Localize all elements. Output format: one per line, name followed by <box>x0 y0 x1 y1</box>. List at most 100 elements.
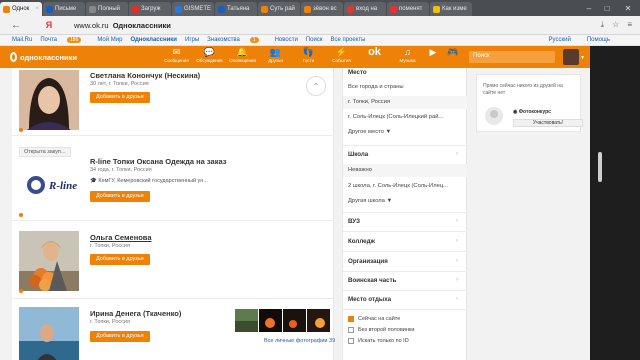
link-vse-proekty[interactable]: Все проекты <box>330 37 365 43</box>
favicon-icon <box>132 5 139 13</box>
menu-icon[interactable]: ≡ <box>627 20 632 30</box>
header-search-input[interactable]: Поиск <box>469 51 555 63</box>
link-novosti[interactable]: Новости <box>275 37 298 43</box>
browser-tab-10[interactable]: Как изме <box>430 2 472 16</box>
no-partner-checkbox[interactable] <box>348 327 354 333</box>
link-moy-mir[interactable]: Мой Мир <box>97 37 122 43</box>
filter-place-option[interactable]: Все города и страны <box>348 84 461 90</box>
filter-vuz[interactable]: ВУЗ <box>348 218 360 225</box>
url-field[interactable]: www.ok.ru Одноклассники <box>74 21 171 30</box>
browser-tab-2[interactable]: Полный <box>86 2 128 16</box>
filter-college[interactable]: Колледж <box>348 238 375 245</box>
chevron-down-icon[interactable]: ▾ <box>581 54 584 61</box>
person-name[interactable]: Светлана Конончук (Нескина) <box>90 71 200 80</box>
nav-discussions[interactable]: 💬 Обсуждения <box>193 47 226 64</box>
person-name[interactable]: Ольга Семенова <box>90 233 152 242</box>
add-friend-button[interactable]: Добавить в друзья <box>90 254 150 265</box>
person-photo[interactable]: R-line <box>19 157 79 215</box>
tab-label: GISMETE <box>184 6 212 12</box>
person-photo[interactable] <box>19 231 79 291</box>
filter-place-title[interactable]: Место <box>348 69 367 76</box>
link-odnoklassniki[interactable]: Одноклассники <box>130 37 177 43</box>
scroll-up-button[interactable]: ⌃ <box>306 76 326 96</box>
add-friend-button[interactable]: Добавить в друзья <box>90 191 150 202</box>
link-pochta[interactable]: Почта 186 <box>40 37 89 43</box>
browser-tab-1[interactable]: Письме <box>43 2 85 16</box>
nav-messages[interactable]: ✉ Сообщения <box>160 47 193 64</box>
notifications-icon: 🔔 <box>236 46 249 57</box>
avatar-placeholder <box>485 107 503 125</box>
link-znakomstva[interactable]: Знакомства 1 <box>207 37 266 43</box>
filter-school-option[interactable]: 2 школа, г. Соль-Илецк (Соль-Илец... <box>348 183 461 189</box>
filter-school-other[interactable]: Другая школа ▼ <box>348 198 461 204</box>
page-scrollbar[interactable] <box>598 152 602 182</box>
chevron-right-icon[interactable]: › <box>456 296 458 302</box>
nav-notifications[interactable]: 🔔 Оповещения <box>226 46 259 64</box>
nav-ok[interactable]: ok <box>358 46 391 63</box>
minimize-icon[interactable]: – <box>580 0 598 16</box>
nav-events[interactable]: ⚡ События <box>325 47 358 64</box>
close-window-icon[interactable]: ✕ <box>616 0 640 16</box>
filter-place-option[interactable]: г. Топки, Россия <box>348 99 461 105</box>
help-link[interactable]: Помощь <box>587 37 610 43</box>
tab-label: Письме <box>55 6 77 12</box>
chevron-right-icon[interactable]: › <box>456 238 458 244</box>
back-arrow-icon[interactable]: ← <box>8 20 24 31</box>
chevron-right-icon[interactable]: › <box>456 218 458 224</box>
yandex-icon[interactable]: Я <box>42 20 56 30</box>
browser-tab-7[interactable]: зёвон вс <box>301 2 343 16</box>
browser-tab-4[interactable]: GISMETE <box>172 2 214 16</box>
ok-logo[interactable]: одноклассники <box>10 52 77 62</box>
chevron-right-icon[interactable]: › <box>456 277 458 283</box>
add-friend-button[interactable]: Добавить в друзья <box>90 331 150 342</box>
all-photos-link[interactable]: Все личные фотографии 39 <box>264 338 335 344</box>
person-name[interactable]: Ирина Денега (Ткаченко) <box>90 309 181 318</box>
link-mailru[interactable]: Mail.Ru <box>12 37 32 43</box>
checkbox-label: Сейчас на сайте <box>358 316 401 322</box>
browser-tab-9[interactable]: поменят <box>387 2 429 16</box>
photo-contest-title[interactable]: ◉ Фотоконкурс <box>513 109 551 115</box>
search-by-id-checkbox[interactable] <box>348 338 354 344</box>
nav-friends[interactable]: 👥 Друзья <box>259 47 292 64</box>
person-info: 34 года, г. Топки, Россия <box>90 167 152 173</box>
nav-music[interactable]: ♫ Музыка <box>391 47 424 63</box>
chevron-right-icon[interactable]: › <box>456 151 458 157</box>
browser-tab-0[interactable]: Однок × <box>0 2 42 16</box>
chevron-right-icon[interactable]: › <box>456 258 458 264</box>
link-poisk[interactable]: Поиск <box>306 37 323 43</box>
browser-tab-5[interactable]: Татьяна <box>215 2 257 16</box>
link-igry[interactable]: Игры <box>185 37 199 43</box>
participate-button[interactable]: Участвовать! <box>513 119 583 127</box>
filter-school-title[interactable]: Школа <box>348 151 368 158</box>
filter-organization[interactable]: Организация <box>348 258 388 265</box>
filter-school-option[interactable]: Неважно <box>348 167 461 173</box>
person-name[interactable]: R-line Топки Оксана Одежда на заказ <box>90 157 226 166</box>
photo-thumbnail[interactable] <box>283 309 306 332</box>
person-photo[interactable] <box>19 307 79 360</box>
filter-vacation-place[interactable]: Место отдыха <box>348 296 391 303</box>
add-friend-button[interactable]: Добавить в друзья <box>90 92 150 103</box>
browser-tab-8[interactable]: вход на <box>344 2 386 16</box>
guests-icon: 👣 <box>302 46 315 57</box>
tab-strip: Однок × Письме Полный Загруж GISMETE Тать… <box>0 0 640 16</box>
person-photo[interactable] <box>19 70 79 130</box>
photo-thumbnail[interactable] <box>235 309 258 332</box>
photo-thumbnail[interactable] <box>307 309 330 332</box>
bookmark-star-icon[interactable]: ☆ <box>612 20 619 30</box>
language-selector[interactable]: Русский <box>549 37 571 43</box>
filter-place-other[interactable]: Другое место ▼ <box>348 129 461 135</box>
filter-military-unit[interactable]: Воинская часть <box>348 277 396 284</box>
nav-games[interactable]: 🎮 <box>442 47 464 63</box>
filter-place-option[interactable]: г. Соль-Илецк (Соль-Илецкий рай... <box>348 114 461 120</box>
browser-tab-3[interactable]: Загруж <box>129 2 171 16</box>
nav-guests[interactable]: 👣 Гости <box>292 46 325 64</box>
close-tab-icon[interactable]: × <box>35 6 39 12</box>
online-now-checkbox[interactable] <box>348 316 354 322</box>
maximize-icon[interactable]: □ <box>598 0 616 16</box>
download-icon[interactable]: ⤓ <box>601 20 605 30</box>
browser-tab-6[interactable]: Суть рай <box>258 2 300 16</box>
person-education: 🎓 КемГУ, Кемеровский государственный ун.… <box>90 178 208 184</box>
nav-video[interactable]: ▶ <box>424 47 442 63</box>
photo-thumbnail[interactable] <box>259 309 282 332</box>
user-avatar[interactable] <box>563 49 579 65</box>
